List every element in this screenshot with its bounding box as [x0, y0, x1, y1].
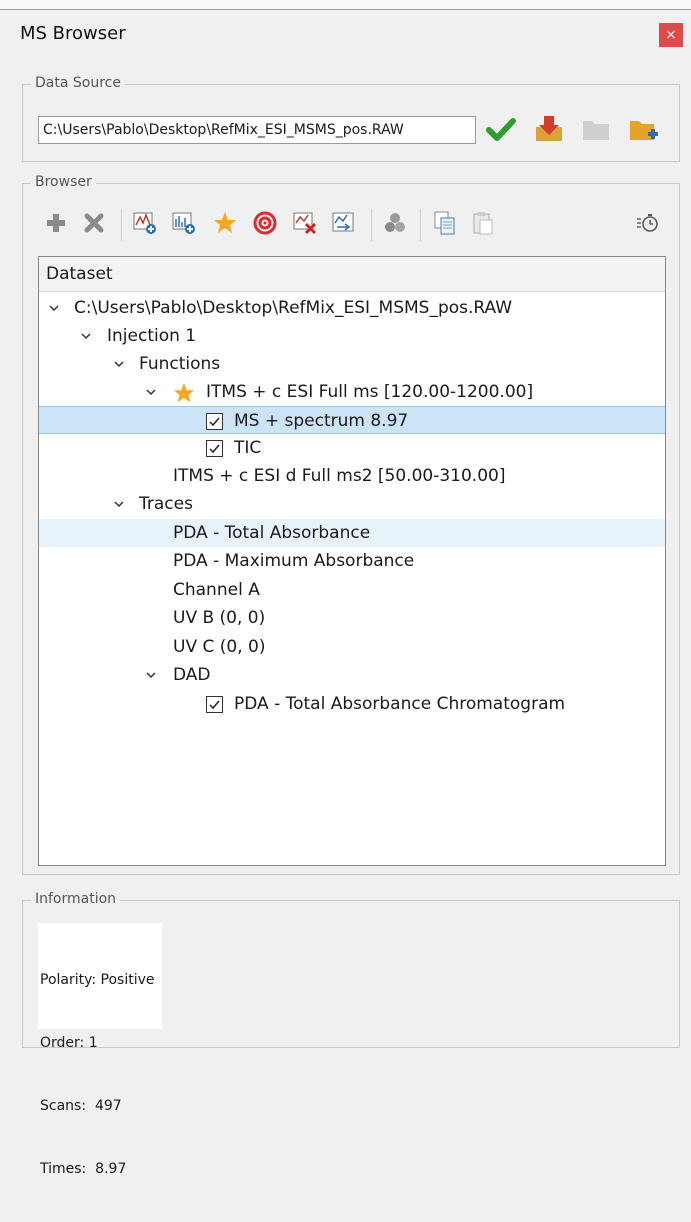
tree-node-label: UV C (0, 0) [173, 637, 266, 657]
data-source-legend: Data Source [31, 75, 125, 91]
tree-node-label: UV B (0, 0) [173, 608, 266, 628]
tree-node-functions[interactable]: Functions [39, 350, 665, 378]
information-group: Information Polarity: Positive Order: 1 … [22, 891, 680, 1177]
timer-icon[interactable] [633, 208, 661, 238]
tree-node-dad-1[interactable]: PDA - Total Absorbance Chromatogram [39, 690, 665, 718]
tree-node-label: DAD [173, 665, 211, 685]
folder-icon[interactable] [580, 113, 612, 145]
tree-node-label: Functions [139, 354, 221, 374]
tree-node-trace-3[interactable]: Channel A [39, 576, 665, 604]
favorite-icon[interactable] [211, 208, 239, 238]
tree-node-tic[interactable]: TIC [39, 434, 665, 462]
tree-node-label: C:\Users\Pablo\Desktop\RefMix_ESI_MSMS_p… [74, 298, 513, 318]
chevron-down-icon[interactable] [114, 359, 124, 369]
data-source-group: Data Source C:\Users\Pablo\Desktop\RefMi… [22, 75, 680, 162]
toolbar-separator [121, 209, 122, 241]
toolbar-separator [420, 209, 421, 241]
tree-node-label: Traces [139, 494, 193, 514]
checkmark-icon [209, 444, 220, 454]
checkmark-icon [209, 417, 220, 427]
tree-node-trace-2[interactable]: PDA - Maximum Absorbance [39, 547, 665, 575]
delete-trace-icon[interactable] [291, 208, 319, 238]
tree-node-dad[interactable]: DAD [39, 661, 665, 689]
chevron-down-icon[interactable] [49, 303, 59, 313]
chevron-down-icon[interactable] [146, 670, 156, 680]
tree-node-label: PDA - Maximum Absorbance [173, 551, 415, 571]
tree-node-label: PDA - Total Absorbance [173, 523, 371, 543]
tree-node-label: ITMS + c ESI d Full ms2 [50.00-310.00] [173, 466, 506, 486]
tree-node-traces[interactable]: Traces [39, 490, 665, 518]
toolbar-separator [371, 209, 372, 241]
tree-node-trace-5[interactable]: UV C (0, 0) [39, 633, 665, 661]
chevron-down-icon[interactable] [114, 499, 124, 509]
close-button[interactable]: × [659, 23, 683, 47]
browser-legend: Browser [31, 174, 96, 190]
info-polarity: Polarity: Positive [40, 972, 155, 988]
add-icon[interactable] [42, 208, 70, 238]
copy-icon[interactable] [431, 208, 459, 238]
chevron-down-icon[interactable] [146, 387, 156, 397]
title-bar: MS Browser × [0, 11, 691, 59]
checkbox-tic[interactable] [206, 440, 223, 457]
checkbox-ms-spectrum[interactable] [206, 413, 223, 430]
cluster-icon[interactable] [381, 208, 409, 238]
window-title: MS Browser [20, 23, 126, 44]
tree-node-label: Injection 1 [107, 326, 197, 346]
tree-node-trace-4[interactable]: UV B (0, 0) [39, 604, 665, 632]
tree-node-label: TIC [234, 438, 262, 458]
tree-header-dataset[interactable]: Dataset [39, 257, 665, 292]
tree-node-label: MS + spectrum 8.97 [234, 411, 409, 431]
tree-node-injection[interactable]: Injection 1 [39, 322, 665, 350]
tree-node-function-2[interactable]: ITMS + c ESI d Full ms2 [50.00-310.00] [39, 462, 665, 490]
paste-icon[interactable] [469, 208, 497, 238]
tree-node-trace-1[interactable]: PDA - Total Absorbance [39, 519, 665, 547]
star-icon [173, 382, 195, 403]
tree-node-root[interactable]: C:\Users\Pablo\Desktop\RefMix_ESI_MSMS_p… [39, 294, 665, 322]
info-order: Order: 1 [40, 1035, 98, 1051]
chevron-down-icon[interactable] [81, 331, 91, 341]
add-spectrum-icon[interactable] [170, 208, 198, 238]
info-times: Times: 8.97 [40, 1161, 127, 1177]
tree-node-function-1[interactable]: ITMS + c ESI Full ms [120.00-1200.00] [39, 378, 665, 406]
target-icon[interactable] [251, 208, 279, 238]
browser-group: Browser Dataset C:\Users\Pablo\Desktop\R… [22, 174, 680, 875]
information-panel: Polarity: Positive Order: 1 Scans: 497 T… [38, 923, 162, 1177]
info-scans: Scans: 497 [40, 1098, 122, 1114]
add-chromatogram-icon[interactable] [131, 208, 159, 238]
download-icon[interactable] [533, 113, 565, 145]
information-legend: Information [31, 891, 121, 907]
window-top-edge [0, 0, 691, 10]
dataset-tree[interactable]: Dataset C:\Users\Pablo\Desktop\RefMix_ES… [38, 256, 666, 866]
tree-node-label: Channel A [173, 580, 260, 600]
tree-node-ms-spectrum[interactable]: MS + spectrum 8.97 [39, 406, 665, 434]
export-trace-icon[interactable] [330, 208, 358, 238]
tree-node-label: ITMS + c ESI Full ms [120.00-1200.00] [206, 382, 534, 402]
folder-add-icon[interactable] [627, 113, 659, 145]
checkbox-dad-1[interactable] [206, 696, 223, 713]
data-source-path-field[interactable]: C:\Users\Pablo\Desktop\RefMix_ESI_MSMS_p… [38, 116, 476, 144]
tree-node-label: PDA - Total Absorbance Chromatogram [234, 694, 566, 714]
checkmark-icon [209, 700, 220, 710]
check-icon[interactable] [485, 113, 517, 145]
remove-icon[interactable] [80, 208, 108, 238]
